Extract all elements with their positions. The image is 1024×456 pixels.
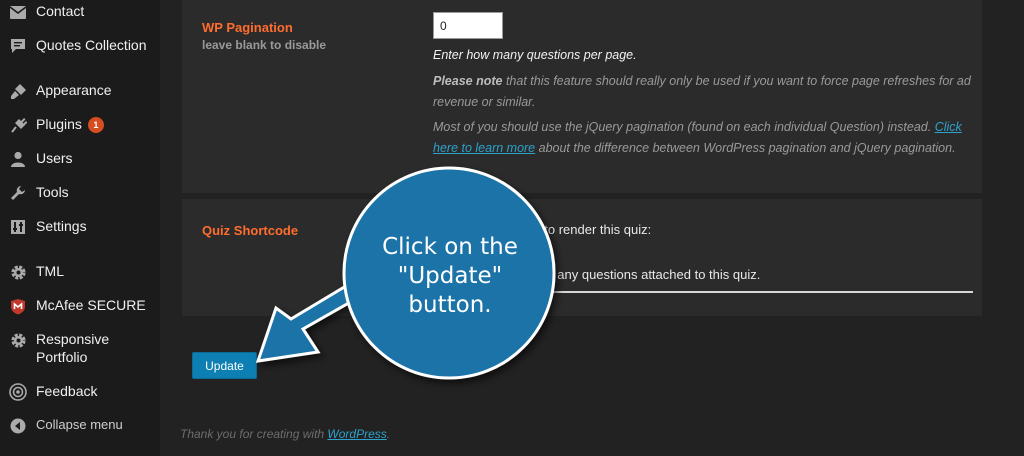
- callout-text: Click on the "Update" button.: [382, 234, 518, 318]
- sidebar-item-label: Plugins: [36, 116, 82, 132]
- pagination-note: Please note that this feature should rea…: [433, 71, 978, 113]
- pagination-subtitle: leave blank to disable: [202, 38, 327, 52]
- sidebar-item-label: Appearance: [36, 82, 112, 98]
- sidebar-item-appearance[interactable]: Appearance: [0, 81, 160, 101]
- sidebar-item-label: TML: [36, 263, 64, 279]
- questions-per-page-input[interactable]: [433, 12, 503, 39]
- note-text: that this feature should really only be …: [433, 74, 971, 109]
- info-text: Most of you should use the jQuery pagina…: [433, 120, 935, 134]
- sidebar-item-feedback[interactable]: Feedback: [0, 382, 160, 402]
- info-text-after: about the difference between WordPress p…: [535, 141, 956, 155]
- collapse-menu-label: Collapse menu: [36, 417, 123, 432]
- sidebar-item-label: Users: [36, 150, 73, 166]
- pagination-title: WP Pagination: [202, 20, 293, 35]
- update-button[interactable]: Update: [192, 352, 257, 379]
- users-icon: [8, 149, 28, 169]
- sidebar-item-tools[interactable]: Tools: [0, 183, 160, 203]
- sidebar-item-quotes-collection[interactable]: Quotes Collection: [0, 36, 160, 56]
- collapse-menu-button[interactable]: Collapse menu: [0, 416, 160, 436]
- pagination-settings-panel: WP Pagination leave blank to disable Ent…: [182, 0, 982, 193]
- gear-icon: [8, 330, 28, 350]
- sidebar-item-label: McAfee SECURE: [36, 297, 146, 313]
- sidebar-item-tml[interactable]: TML: [0, 262, 160, 282]
- quiz-shortcode-panel: Quiz Shortcode Use this shortcode to ren…: [182, 199, 982, 316]
- footer-text: Thank you for creating with: [180, 427, 328, 441]
- feedback-icon: [8, 382, 28, 402]
- sidebar-item-responsive-portfolio[interactable]: Responsive Portfolio: [0, 330, 160, 368]
- pagination-info: Most of you should use the jQuery pagina…: [433, 117, 978, 159]
- comment-icon: [8, 36, 28, 56]
- pagination-help-main: Enter how many questions per page.: [433, 48, 637, 62]
- plugin-icon: [8, 115, 28, 135]
- sidebar-item-plugins[interactable]: Plugins 1: [0, 115, 160, 135]
- sidebar-item-contact[interactable]: Contact: [0, 2, 160, 22]
- sidebar-item-label: Settings: [36, 218, 87, 234]
- footer-period: .: [386, 427, 391, 441]
- update-count-badge: 1: [87, 117, 104, 133]
- sidebar-item-users[interactable]: Users: [0, 149, 160, 169]
- sidebar-item-settings[interactable]: Settings: [0, 217, 160, 237]
- sidebar-item-label: Contact: [36, 3, 85, 19]
- sidebar-item-label: Feedback: [36, 383, 98, 399]
- mcafee-shield-icon: [8, 296, 28, 316]
- sidebar-item-label: Tools: [36, 184, 69, 200]
- wordpress-link[interactable]: WordPress: [327, 427, 386, 441]
- paintbrush-icon: [8, 81, 28, 101]
- wrench-icon: [8, 183, 28, 203]
- sidebar-item-label: Quotes Collection: [36, 37, 147, 53]
- sidebar-item-label-wrap: Plugins 1: [36, 115, 104, 133]
- settings-icon: [8, 217, 28, 237]
- collapse-arrow-icon: [8, 416, 28, 436]
- admin-footer: Thank you for creating with WordPress.: [180, 427, 390, 441]
- note-label: Please note: [433, 74, 503, 88]
- gear-icon: [8, 262, 28, 282]
- admin-sidebar: Contact Quotes Collection Appearance Plu…: [0, 0, 160, 456]
- shortcode-title: Quiz Shortcode: [202, 223, 299, 238]
- sidebar-item-label: Responsive Portfolio: [36, 331, 110, 365]
- sidebar-item-mcafee-secure[interactable]: McAfee SECURE: [0, 296, 160, 316]
- mail-icon: [8, 2, 28, 22]
